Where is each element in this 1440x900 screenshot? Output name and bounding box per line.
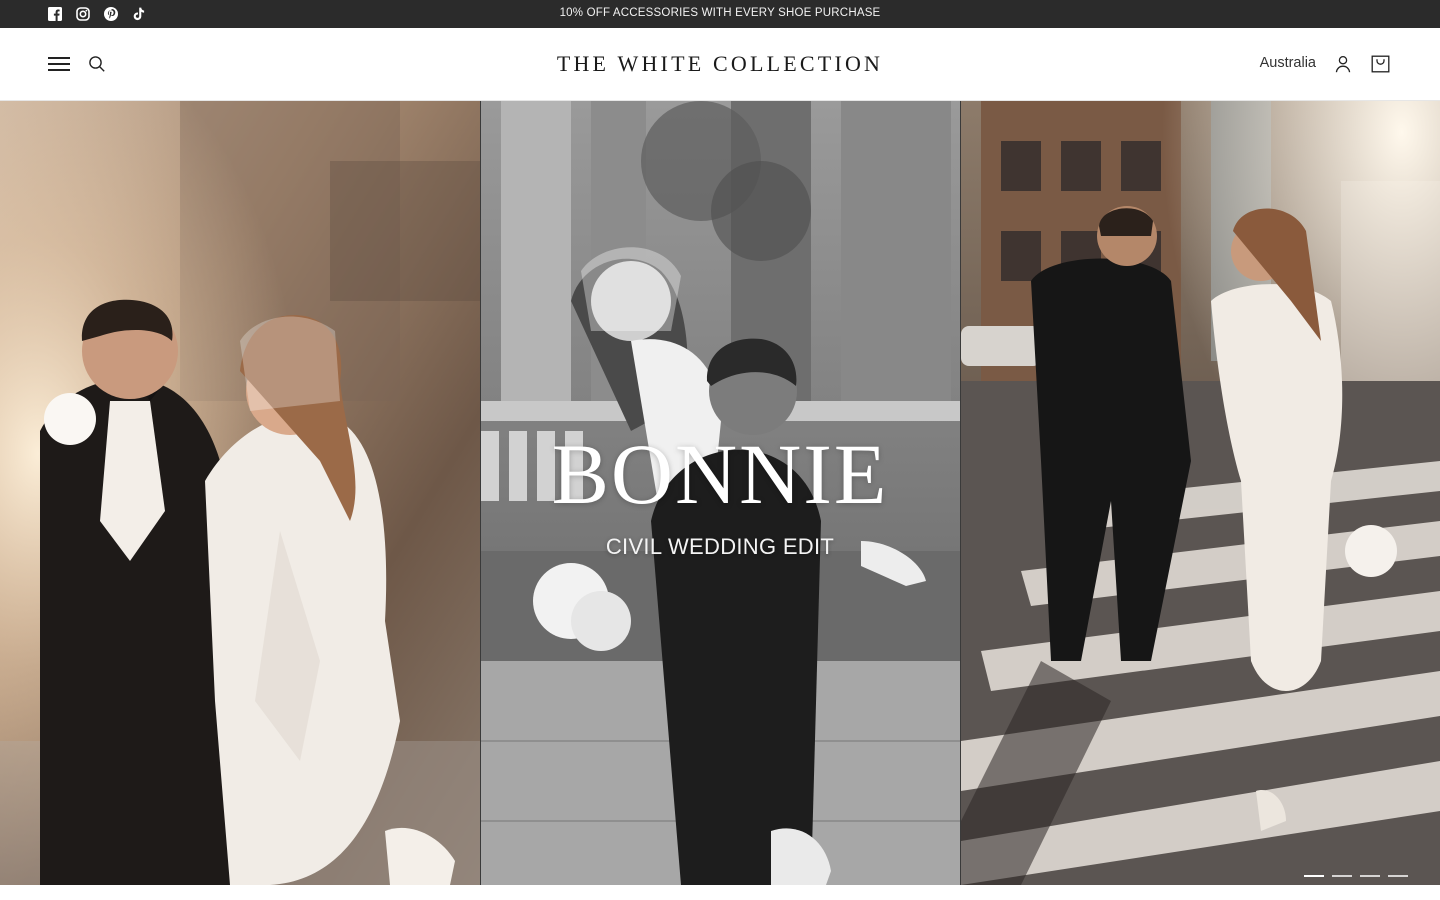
announcement-bar: 10% OFF ACCESSORIES WITH EVERY SHOE PURC…: [0, 0, 1440, 28]
country-selector[interactable]: Australia: [1260, 55, 1316, 71]
hero-subtitle: CIVIL WEDDING EDIT: [605, 534, 835, 559]
logo-wrapper: THE WHITE COLLECTION: [0, 51, 1440, 77]
announcement-text: 10% OFF ACCESSORIES WITH EVERY SHOE PURC…: [559, 7, 881, 19]
slide-dot[interactable]: [1360, 875, 1380, 877]
slideshow-pagination: [1304, 875, 1408, 877]
site-header: THE WHITE COLLECTION Australia: [0, 28, 1440, 101]
slide-dot[interactable]: [1332, 875, 1352, 877]
site-logo[interactable]: THE WHITE COLLECTION: [557, 51, 883, 77]
slide-dot[interactable]: [1388, 875, 1408, 877]
hero-slideshow[interactable]: BONNIE CIVIL WEDDING EDIT: [0, 101, 1440, 885]
menu-icon[interactable]: [48, 56, 70, 72]
search-icon[interactable]: [88, 55, 106, 73]
account-icon[interactable]: [1334, 55, 1352, 73]
hero-title: BONNIE: [551, 426, 889, 522]
slide-dot[interactable]: [1304, 875, 1324, 877]
cart-icon[interactable]: [1371, 54, 1390, 73]
